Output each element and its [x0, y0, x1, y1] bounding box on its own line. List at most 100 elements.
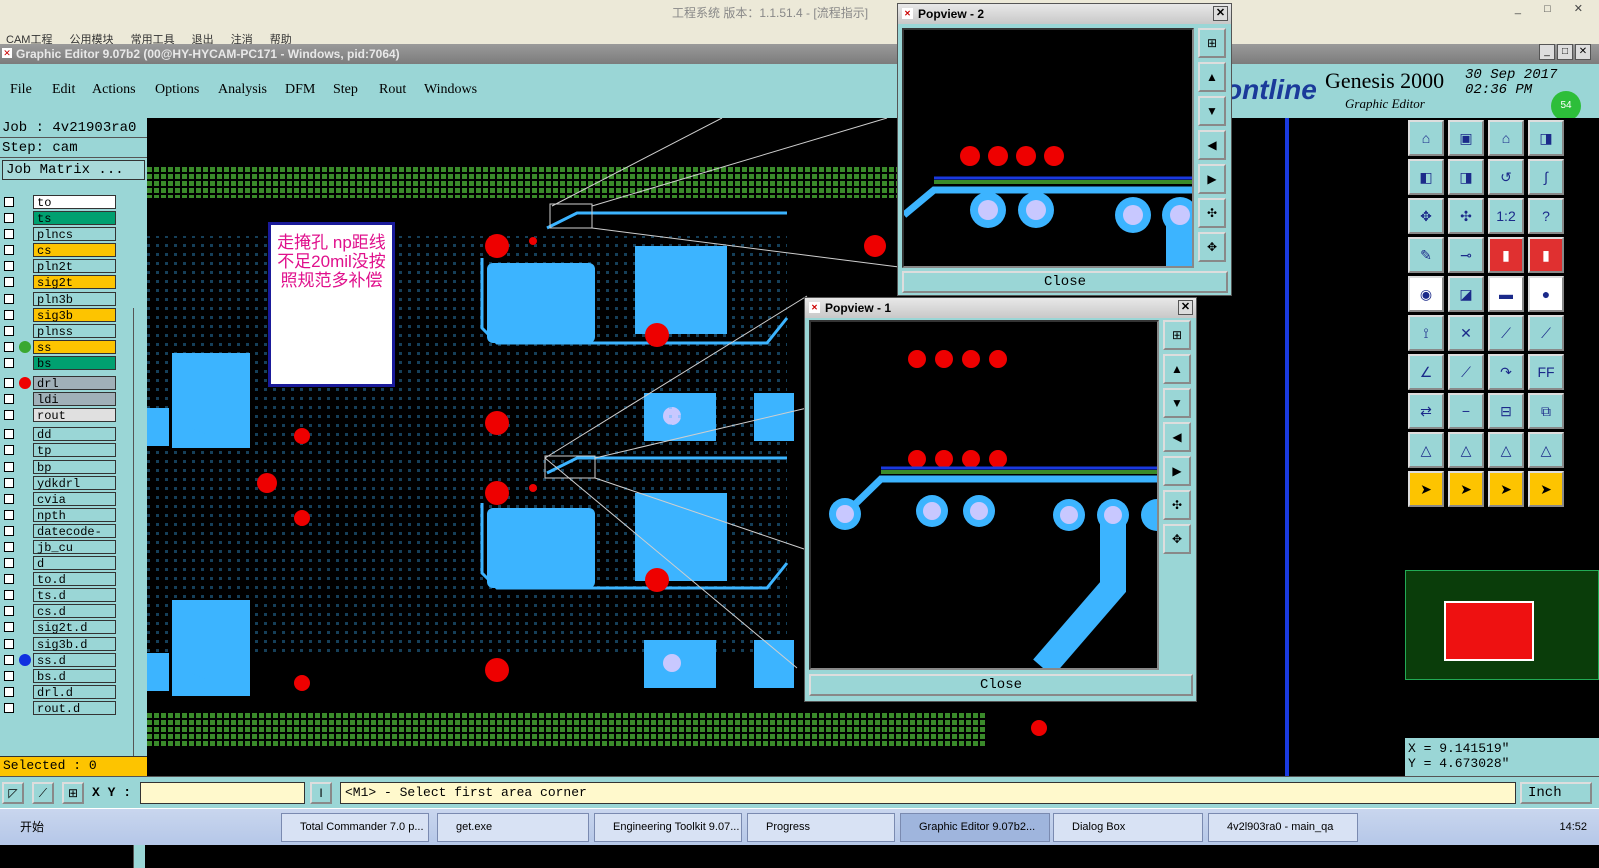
menu-item[interactable]: 公用模块 [70, 34, 114, 44]
unit-selector[interactable]: Inch [1520, 782, 1592, 804]
zoom-in-icon[interactable]: ✥ [1198, 232, 1226, 262]
job-matrix-button[interactable]: Job Matrix ... [2, 160, 145, 180]
layer-checkbox[interactable] [4, 309, 14, 320]
layer-checkbox[interactable] [4, 393, 14, 404]
menu-actions[interactable]: Actions [92, 82, 136, 98]
window-controls[interactable]: _ □ ✕ [1515, 2, 1593, 15]
scale-icon[interactable]: 1:2 [1488, 198, 1524, 234]
layer-row[interactable]: to.d [0, 571, 132, 587]
layer-row[interactable]: bs.d [0, 668, 132, 684]
zoom-home-icon[interactable]: ⌂ [1408, 120, 1444, 156]
point-icon[interactable]: ● [1528, 276, 1564, 312]
layer-name[interactable]: bs.d [33, 668, 116, 684]
layer-name[interactable]: sig2t [33, 275, 116, 290]
layer-name[interactable]: drl [33, 375, 116, 391]
layer-row[interactable]: drl.d [0, 684, 132, 700]
zoom-icon[interactable]: ⊞ [1163, 320, 1191, 350]
close-button[interactable]: ✕ [1575, 44, 1591, 60]
pan-right-icon[interactable]: ◨ [1448, 159, 1484, 195]
layer-name[interactable]: d [33, 556, 116, 571]
layer-checkbox[interactable] [4, 590, 14, 601]
menu-windows[interactable]: Windows [424, 82, 477, 98]
arc-icon[interactable]: ↷ [1488, 354, 1524, 390]
left-icon[interactable]: ◀ [1163, 422, 1191, 452]
triangle-icon[interactable]: △ [1408, 432, 1444, 468]
layer-name[interactable]: drl.d [33, 684, 116, 700]
xy-input[interactable] [140, 782, 305, 804]
layer-checkbox[interactable] [4, 461, 14, 472]
left-icon[interactable]: ◀ [1198, 130, 1226, 160]
close-icon[interactable]: ✕ [1213, 6, 1228, 21]
layer-row[interactable]: drl [0, 375, 132, 391]
menu-item[interactable]: 帮助 [270, 34, 292, 44]
select-icon[interactable]: ➤ [1408, 471, 1444, 507]
layer-toggle-icon[interactable]: ▮ [1488, 237, 1524, 273]
minimize-button[interactable]: _ [1539, 44, 1555, 60]
triangle4-icon[interactable]: △ [1528, 432, 1564, 468]
layer-checkbox[interactable] [4, 606, 14, 617]
up-icon[interactable]: ▲ [1163, 354, 1191, 384]
line-icon[interactable]: ⟋ [1488, 315, 1524, 351]
layer-name[interactable]: cs [33, 243, 116, 258]
layer-name[interactable]: cs.d [33, 604, 116, 619]
layer-checkbox[interactable] [4, 509, 14, 520]
layer-row[interactable]: rout [0, 407, 132, 423]
layer-name[interactable]: sig3b [33, 307, 116, 323]
layer-row[interactable]: bs [0, 355, 132, 371]
menu-item[interactable]: 常用工具 [131, 34, 175, 44]
layer-name[interactable]: sig3b.d [33, 636, 116, 652]
select3-icon[interactable]: ➤ [1488, 471, 1524, 507]
layer-row[interactable]: rout.d [0, 700, 132, 716]
zoom-out-icon[interactable]: ✣ [1163, 490, 1191, 520]
popview-1-close-button[interactable]: Close [809, 674, 1193, 696]
menu-item[interactable]: 注消 [231, 34, 253, 44]
taskbar-item[interactable]: Engineering Toolkit 9.07... [594, 813, 742, 842]
menu-dfm[interactable]: DFM [285, 82, 315, 98]
layer-row[interactable]: npth [0, 507, 132, 523]
duplicate-icon[interactable]: ⧉ [1528, 393, 1564, 429]
layer-checkbox[interactable] [4, 277, 14, 288]
zoom-box-icon[interactable]: ◸ [2, 782, 24, 804]
layer-checkbox[interactable] [4, 377, 14, 388]
layer-checkbox[interactable] [4, 245, 14, 256]
layer-checkbox[interactable] [4, 525, 14, 536]
layer-name[interactable]: cvia [33, 491, 116, 507]
layer-name[interactable]: rout.d [33, 700, 116, 716]
zoom-in-icon[interactable]: ✥ [1408, 198, 1444, 234]
layer-name[interactable]: sig2t.d [33, 620, 116, 635]
zoom-out-icon[interactable]: ✣ [1448, 198, 1484, 234]
measure-icon[interactable]: ⟋ [32, 782, 54, 804]
cross-icon[interactable]: ✕ [1448, 315, 1484, 351]
down-icon[interactable]: ▼ [1163, 388, 1191, 418]
layer-name[interactable]: datecode-ts [33, 523, 116, 553]
snap-corner-icon[interactable]: ◪ [1448, 276, 1484, 312]
zoom-in-icon[interactable]: ✥ [1163, 524, 1191, 554]
minus-icon[interactable]: − [1448, 393, 1484, 429]
layer-checkbox[interactable] [4, 493, 14, 504]
layer-checkbox[interactable] [4, 541, 14, 552]
up-icon[interactable]: ▲ [1198, 62, 1226, 92]
copy-icon[interactable]: ⊟ [1488, 393, 1524, 429]
menu-file[interactable]: File [10, 82, 32, 98]
zoom-icon[interactable]: ⊞ [1198, 28, 1226, 58]
line2-icon[interactable]: ⟋ [1528, 315, 1564, 351]
layer-name[interactable]: ss.d [33, 652, 116, 668]
layer-row[interactable]: d [0, 555, 132, 571]
layer-checkbox[interactable] [4, 558, 14, 569]
layer-name[interactable]: bs [33, 355, 116, 371]
layer-name[interactable]: dd [33, 427, 116, 442]
taskbar-item[interactable]: Dialog Box [1053, 813, 1203, 842]
ruler-icon[interactable]: ▬ [1488, 276, 1524, 312]
layer-checkbox[interactable] [4, 293, 14, 304]
menu-item[interactable]: CAM工程 [6, 34, 52, 44]
layer-checkbox[interactable] [4, 622, 14, 633]
taskbar-item[interactable]: Progress [747, 813, 895, 842]
layer-row[interactable]: cs [0, 242, 132, 258]
layer-checkbox[interactable] [4, 686, 14, 697]
start-button[interactable]: 开始 [0, 811, 50, 844]
diag-icon[interactable]: ⟋ [1448, 354, 1484, 390]
layer-row[interactable]: sig3b [0, 307, 132, 323]
layer-checkbox[interactable] [4, 670, 14, 681]
layer-checkbox[interactable] [4, 341, 14, 352]
taskbar-item[interactable]: 4v2l903ra0 - main_qa [1208, 813, 1358, 842]
